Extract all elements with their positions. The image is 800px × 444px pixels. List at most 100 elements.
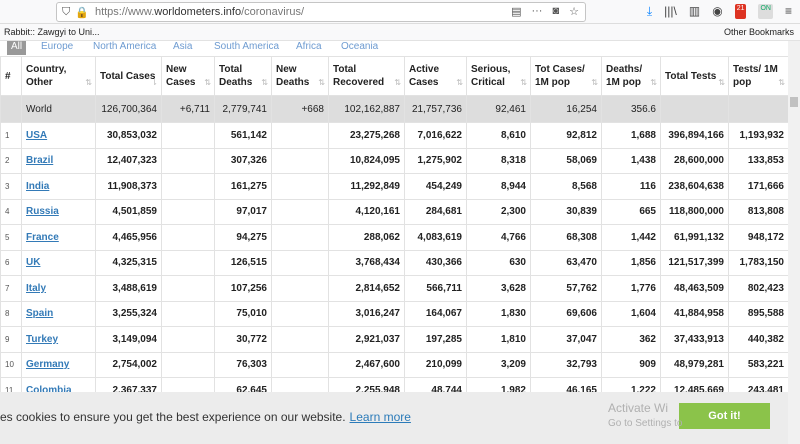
column-header[interactable]: New Cases ⇅	[161, 56, 215, 96]
table-cell: 284,681	[404, 198, 467, 225]
country-link[interactable]: Brazil	[26, 155, 53, 166]
sort-icon[interactable]: ⇅	[778, 76, 785, 89]
column-header[interactable]: Tot Cases/ 1M pop ⇅	[530, 56, 602, 96]
column-header[interactable]: Active Cases ⇅	[404, 56, 467, 96]
country-link[interactable]: Germany	[26, 359, 69, 370]
country-link[interactable]: USA	[26, 130, 47, 141]
pocket-icon[interactable]: ◙	[552, 5, 559, 18]
scroll-thumb[interactable]	[790, 97, 798, 107]
other-bookmarks[interactable]: Other Bookmarks	[724, 27, 794, 37]
table-cell: 11,908,373	[95, 173, 162, 200]
extension-on-badge[interactable]: ON	[758, 4, 773, 19]
menu-icon[interactable]: ≡	[785, 4, 792, 19]
sort-icon[interactable]: ⇅	[318, 76, 325, 89]
table-cell: 288,062	[328, 224, 405, 251]
world-cell: 102,162,887	[328, 95, 405, 123]
table-cell	[161, 173, 215, 200]
table-cell: 210,099	[404, 351, 467, 378]
tab-asia[interactable]: Asia	[173, 41, 192, 52]
row-number: 1	[0, 122, 22, 149]
learn-more-link[interactable]: Learn more	[350, 410, 411, 424]
table-cell	[271, 300, 329, 327]
reader-view-icon[interactable]: ▤	[511, 5, 521, 18]
url-bar[interactable]: ⛉ 🔒 https://www.worldometers.info/corona…	[56, 2, 586, 22]
column-header-label: Deaths/ 1M pop	[606, 64, 643, 88]
table-row: 1 USA 30,853,032 561,142 23,275,268 7,016,622…	[0, 122, 789, 149]
world-cell: World	[21, 95, 96, 123]
table-cell: 1,783,150	[728, 249, 789, 276]
sort-icon[interactable]: ⇅	[261, 76, 268, 89]
column-header[interactable]: Total Deaths ⇅	[214, 56, 272, 96]
column-header[interactable]: Deaths/ 1M pop ⇅	[601, 56, 661, 96]
country-link[interactable]: India	[26, 181, 49, 192]
sort-icon[interactable]: ⇅	[591, 76, 598, 89]
column-header[interactable]: Country, Other ⇅	[21, 56, 96, 96]
table-row: 4 Russia 4,501,859 97,017 4,120,161 284,681 2,…	[0, 198, 789, 225]
download-icon[interactable]: ⤓	[647, 4, 652, 19]
table-cell	[271, 198, 329, 225]
got-it-button[interactable]: Got it!	[679, 403, 770, 429]
country-cell: Brazil	[21, 147, 96, 174]
tab-south-america[interactable]: South America	[214, 41, 279, 52]
country-link[interactable]: Italy	[26, 283, 46, 294]
bookmark-item[interactable]: Rabbit:: Zawgyi to Uni...	[4, 27, 100, 37]
table-cell: 895,588	[728, 300, 789, 327]
table-cell: 440,382	[728, 326, 789, 353]
table-cell: 3,016,247	[328, 300, 405, 327]
table-cell: 1,688	[601, 122, 661, 149]
world-cell	[0, 95, 22, 123]
shield-icon[interactable]: ⛉	[62, 6, 70, 19]
column-header[interactable]: Total Cases ⇂	[95, 56, 162, 96]
table-cell: 69,606	[530, 300, 602, 327]
table-cell: 61,991,132	[660, 224, 729, 251]
sort-icon[interactable]: ⇅	[650, 76, 657, 89]
sort-icon[interactable]: ⇅	[204, 76, 211, 89]
table-cell: 238,604,638	[660, 173, 729, 200]
table-cell: 37,433,913	[660, 326, 729, 353]
country-link[interactable]: France	[26, 232, 59, 243]
country-link[interactable]: UK	[26, 257, 40, 268]
bookmark-star-icon[interactable]: ☆	[569, 5, 579, 18]
tab-north-america[interactable]: North America	[93, 41, 156, 52]
covid-table: # Country, Other ⇅ Total Cases ⇂ New Cases ⇅ To…	[0, 56, 789, 404]
world-row: World 126,700,364 +6,711 2,779,741 +668 102,1…	[0, 95, 789, 123]
extension-badge[interactable]: 21	[734, 4, 747, 19]
country-link[interactable]: Spain	[26, 308, 53, 319]
sort-icon[interactable]: ⇅	[394, 76, 401, 89]
tab-africa[interactable]: Africa	[296, 41, 322, 52]
table-cell	[161, 300, 215, 327]
sidebar-icon[interactable]: ▥	[689, 4, 700, 19]
column-header[interactable]: Total Recovered ⇅	[328, 56, 405, 96]
tab-oceania[interactable]: Oceania	[341, 41, 378, 52]
sort-icon[interactable]: ⇂	[151, 76, 158, 89]
lock-icon[interactable]: 🔒	[75, 6, 89, 19]
table-cell: 2,921,037	[328, 326, 405, 353]
column-header[interactable]: Total Tests ⇅	[660, 56, 729, 96]
column-header-label: Country, Other	[26, 64, 67, 88]
table-row: 10 Germany 2,754,002 76,303 2,467,600 210,099…	[0, 351, 789, 378]
column-header[interactable]: #	[0, 56, 22, 96]
sort-icon[interactable]: ⇅	[718, 76, 725, 89]
column-header[interactable]: Tests/ 1M pop ⇅	[728, 56, 789, 96]
column-header[interactable]: Serious, Critical ⇅	[466, 56, 531, 96]
table-cell: 92,812	[530, 122, 602, 149]
tab-all[interactable]: All	[7, 41, 27, 55]
country-link[interactable]: Russia	[26, 206, 59, 217]
url-text[interactable]: https://www.worldometers.info/coronaviru…	[95, 6, 304, 18]
sort-icon[interactable]: ⇅	[520, 76, 527, 89]
country-link[interactable]: Turkey	[26, 334, 58, 345]
sort-icon[interactable]: ⇅	[456, 76, 463, 89]
watermark-title: Activate Wi	[608, 401, 669, 415]
table-cell: 76,303	[214, 351, 272, 378]
tab-europe[interactable]: Europe	[41, 41, 73, 52]
library-icon[interactable]: |||\	[664, 4, 677, 19]
column-header[interactable]: New Deaths ⇅	[271, 56, 329, 96]
table-row: 5 France 4,465,956 94,275 288,062 4,083,619 4,…	[0, 224, 789, 251]
sort-icon[interactable]: ⇅	[85, 76, 92, 89]
table-cell	[161, 147, 215, 174]
account-icon[interactable]: ◉	[712, 4, 722, 19]
more-actions-icon[interactable]: ···	[531, 5, 542, 18]
column-header-label: Total Cases	[100, 70, 156, 82]
scrollbar[interactable]	[788, 41, 800, 444]
table-cell: 11,292,849	[328, 173, 405, 200]
